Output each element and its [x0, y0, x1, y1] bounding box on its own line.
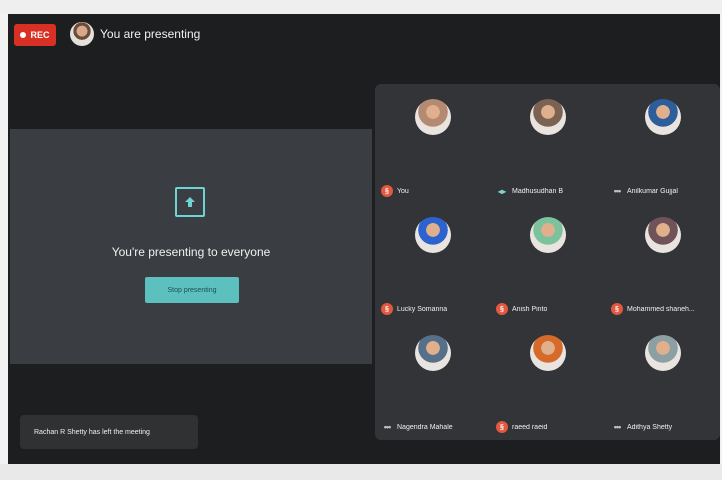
participant-left-notification: Rachan R Shetty has left the meeting [20, 415, 198, 449]
participant-avatar [645, 99, 681, 135]
meeting-topbar: REC You are presenting [8, 14, 720, 58]
participant-tile[interactable]: ••• Anilkumar Gujjal [605, 84, 720, 202]
notification-text: Rachan R Shetty has left the meeting [34, 428, 150, 436]
participant-tile[interactable]: § You [375, 84, 490, 202]
participant-label: § You [381, 184, 489, 198]
participant-name: raeed raeid [512, 423, 548, 431]
more-dots-icon: ••• [613, 186, 621, 196]
participant-name: Lucky Somanna [397, 305, 448, 313]
participant-tile[interactable]: ◂▸ Madhusudhan B [490, 84, 605, 202]
participant-label: ••• Anilkumar Gujjal [611, 184, 719, 198]
participant-avatar [645, 335, 681, 371]
record-dot-icon [20, 32, 27, 38]
participant-label: § raeed raeid [496, 420, 604, 434]
participant-tile[interactable]: ••• Nagendra Mahale [375, 320, 490, 438]
recording-badge[interactable]: REC [14, 24, 56, 46]
participant-name: Adithya Shetty [627, 423, 673, 431]
participant-name: Anilkumar Gujjal [627, 187, 678, 195]
mic-off-icon: § [381, 185, 393, 197]
upload-icon [175, 187, 205, 217]
participant-label: § Mohammed shaneh... [611, 302, 719, 316]
participant-avatar [530, 335, 566, 371]
participant-tile[interactable]: § Mohammed shaneh... [605, 202, 720, 320]
participant-label: ••• Adithya Shetty [611, 420, 719, 434]
participant-label: § Anish Pinto [496, 302, 604, 316]
audio-level-icon: ◂▸ [497, 186, 507, 196]
mic-off-icon: § [381, 303, 393, 315]
participant-name: Anish Pinto [512, 305, 548, 313]
participant-name: Madhusudhan B [512, 187, 563, 195]
participant-grid: § You ◂▸ Madhusudhan B ••• Anilkumar Gujjal § L… [375, 84, 720, 440]
participant-avatar [530, 217, 566, 253]
participant-avatar [415, 99, 451, 135]
presenting-status-text: You are presenting [100, 27, 201, 41]
more-dots-icon: ••• [383, 422, 391, 432]
mic-off-icon: § [496, 421, 508, 433]
participant-tile[interactable]: ••• Adithya Shetty [605, 320, 720, 438]
meeting-window: REC You are presenting You're presenting… [8, 14, 720, 464]
participant-label: ◂▸ Madhusudhan B [496, 184, 604, 198]
participant-avatar [530, 99, 566, 135]
arrow-up-icon [185, 197, 195, 207]
participant-name: Nagendra Mahale [397, 423, 453, 431]
stop-presenting-button[interactable]: Stop presenting [145, 277, 239, 303]
presenting-to-everyone-text: You're presenting to everyone [111, 245, 271, 259]
participant-name: Mohammed shaneh... [627, 305, 695, 313]
participant-tile[interactable]: § Anish Pinto [490, 202, 605, 320]
presenter-avatar [70, 22, 94, 46]
bottom-strip [0, 464, 722, 480]
participant-label: ••• Nagendra Mahale [381, 420, 489, 434]
participant-name: You [397, 187, 409, 195]
participant-label: § Lucky Somanna [381, 302, 489, 316]
participant-avatar [645, 217, 681, 253]
more-dots-icon: ••• [613, 422, 621, 432]
mic-off-icon: § [496, 303, 508, 315]
recording-label: REC [30, 30, 50, 40]
top-strip [0, 0, 722, 14]
participant-avatar [415, 335, 451, 371]
presentation-card: You're presenting to everyone Stop prese… [10, 129, 372, 364]
participant-tile[interactable]: § raeed raeid [490, 320, 605, 438]
mic-off-icon: § [611, 303, 623, 315]
participant-tile[interactable]: § Lucky Somanna [375, 202, 490, 320]
participant-avatar [415, 217, 451, 253]
